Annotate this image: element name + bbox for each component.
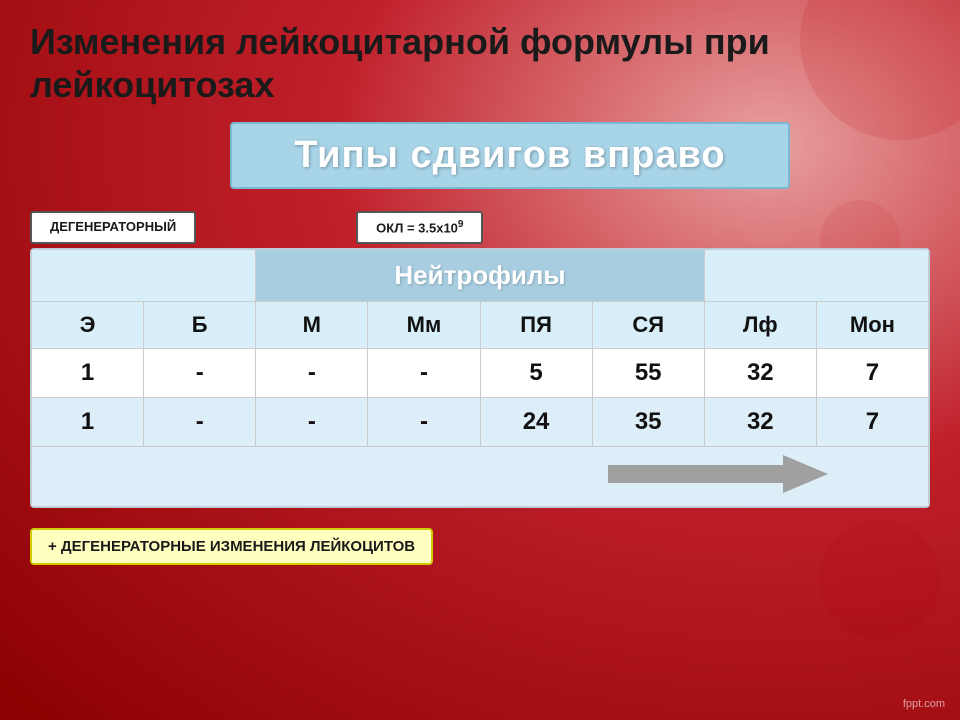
row2-e: 1 — [32, 397, 144, 446]
row1-mon: 7 — [816, 348, 928, 397]
bottom-label: + ДЕГЕНЕРАТОРНЫЕ ИЗМЕНЕНИЯ ЛЕЙКОЦИТОВ — [30, 528, 433, 565]
main-table-container: Нейтрофилы Э Б М Мм ПЯ СЯ Лф Мон 1 - — [30, 248, 930, 508]
arrow-row — [32, 446, 929, 506]
row1-m: - — [256, 348, 368, 397]
col-header-pya: ПЯ — [480, 301, 592, 348]
data-row-2: 1 - - - 24 35 32 7 — [32, 397, 929, 446]
row1-lf: 32 — [704, 348, 816, 397]
row2-b: - — [144, 397, 256, 446]
neutrophil-header-row: Нейтрофилы — [32, 249, 929, 301]
watermark: fppt.com — [903, 698, 945, 710]
data-table: Нейтрофилы Э Б М Мм ПЯ СЯ Лф Мон 1 - — [31, 249, 929, 507]
col-header-lf: Лф — [704, 301, 816, 348]
right-arrow-icon — [608, 455, 828, 493]
row2-mm: - — [368, 397, 480, 446]
page-title: Изменения лейкоцитарной формулы при лейк… — [30, 20, 930, 106]
row2-sya: 35 — [592, 397, 704, 446]
row1-pya: 5 — [480, 348, 592, 397]
neutrophil-header: Нейтрофилы — [256, 249, 705, 301]
row1-mm: - — [368, 348, 480, 397]
row1-e: 1 — [32, 348, 144, 397]
row2-mon: 7 — [816, 397, 928, 446]
degen-label: ДЕГЕНЕРАТОРНЫЙ — [30, 211, 196, 243]
col-header-e: Э — [32, 301, 144, 348]
okl-label: ОКЛ = 3.5х109 — [356, 211, 483, 243]
col-header-b: Б — [144, 301, 256, 348]
column-header-row: Э Б М Мм ПЯ СЯ Лф Мон — [32, 301, 929, 348]
col-header-m: М — [256, 301, 368, 348]
row2-pya: 24 — [480, 397, 592, 446]
subtitle-text: Типы сдвигов вправо — [294, 134, 725, 176]
subtitle-box: Типы сдвигов вправо — [230, 122, 790, 189]
row2-m: - — [256, 397, 368, 446]
col-header-mm: Мм — [368, 301, 480, 348]
row1-b: - — [144, 348, 256, 397]
col-header-mon: Мон — [816, 301, 928, 348]
data-row-1: 1 - - - 5 55 32 7 — [32, 348, 929, 397]
row2-lf: 32 — [704, 397, 816, 446]
row1-sya: 55 — [592, 348, 704, 397]
col-header-sya: СЯ — [592, 301, 704, 348]
